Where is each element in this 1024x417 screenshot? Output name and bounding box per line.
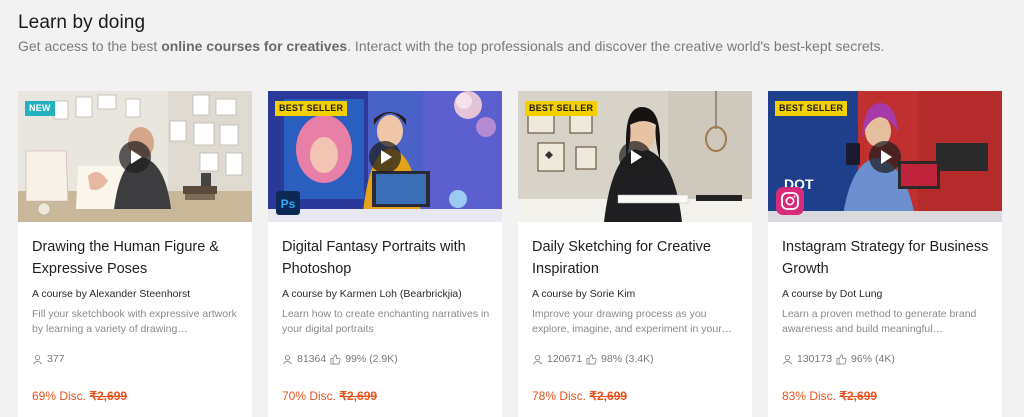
course-title[interactable]: Instagram Strategy for Business Growth <box>782 236 992 280</box>
section-title: Learn by doing <box>18 12 146 33</box>
course-thumbnail[interactable]: Ps BEST SELLER <box>268 91 502 222</box>
thumbs-up-icon <box>836 354 847 364</box>
course-author[interactable]: A course by Alexander Steenhorst <box>32 288 190 300</box>
course-price: 83% Disc. ₹2,699 <box>782 389 877 403</box>
course-stats: 130173 96% (4K) <box>782 353 895 365</box>
course-description: Learn a proven method to generate brand … <box>782 308 977 335</box>
course-title[interactable]: Daily Sketching for Creative Inspiration <box>532 236 742 280</box>
course-price: 69% Disc. ₹2,699 <box>32 389 127 403</box>
course-card[interactable]: NEW Drawing the Human Figure & Expressiv… <box>18 91 252 417</box>
play-icon[interactable] <box>369 140 401 173</box>
user-icon <box>283 354 292 364</box>
thumbs-up-icon <box>586 354 597 364</box>
best-seller-badge: BEST SELLER <box>775 101 848 116</box>
discount-label: 69% Disc. <box>32 389 87 403</box>
course-stats: 81364 99% (2.9K) <box>282 353 398 365</box>
course-thumbnail[interactable]: BEST SELLER <box>518 91 752 222</box>
discount-label: 78% Disc. <box>532 389 587 403</box>
course-card[interactable]: DOT BEST SELLER Instagram Strategy for B… <box>768 91 1002 417</box>
original-price: ₹2,699 <box>339 389 378 403</box>
course-card[interactable]: BEST SELLER Daily Sketching for Creative… <box>518 91 752 417</box>
rating: 96% (4K) <box>851 353 895 365</box>
user-icon <box>33 354 42 364</box>
rating: 98% (3.4K) <box>601 353 654 365</box>
students-count: 130173 <box>797 353 833 365</box>
original-price: ₹2,699 <box>89 389 128 403</box>
course-description: Fill your sketchbook with expressive art… <box>32 308 237 335</box>
original-price: ₹2,699 <box>839 389 878 403</box>
course-thumbnail[interactable]: DOT BEST SELLER <box>768 91 1002 222</box>
course-description: Improve your drawing process as you expl… <box>532 308 733 335</box>
discount-label: 70% Disc. <box>282 389 337 403</box>
course-stats: 377 <box>32 353 65 365</box>
course-card[interactable]: Ps BEST SELLER Digital Fantasy Portraits… <box>268 91 502 417</box>
course-author[interactable]: A course by Dot Lung <box>782 288 882 300</box>
course-thumbnail[interactable]: NEW <box>18 91 252 222</box>
user-icon <box>783 354 792 364</box>
play-icon[interactable] <box>619 140 651 173</box>
course-price: 78% Disc. ₹2,699 <box>532 389 627 403</box>
new-badge: NEW <box>25 101 55 116</box>
students-count: 377 <box>47 353 65 365</box>
section-header: Learn by doing <box>18 12 145 34</box>
user-icon <box>533 354 542 364</box>
students-count: 81364 <box>297 353 327 365</box>
rating: 99% (2.9K) <box>345 353 398 365</box>
students-count: 120671 <box>547 353 583 365</box>
course-price: 70% Disc. ₹2,699 <box>282 389 377 403</box>
photoshop-icon: Ps <box>281 197 296 211</box>
course-stats: 120671 98% (3.4K) <box>532 353 654 365</box>
best-seller-badge: BEST SELLER <box>525 101 598 116</box>
play-icon[interactable] <box>119 140 151 173</box>
course-author[interactable]: A course by Karmen Loh (Bearbrickjia) <box>282 288 462 300</box>
course-description: Learn how to create enchanting narrative… <box>282 308 490 335</box>
course-title[interactable]: Drawing the Human Figure & Expressive Po… <box>32 236 242 280</box>
best-seller-badge: BEST SELLER <box>275 101 348 116</box>
play-icon[interactable] <box>869 140 901 173</box>
course-author[interactable]: A course by Sorie Kim <box>532 288 635 300</box>
discount-label: 83% Disc. <box>782 389 837 403</box>
section-subtitle: Get access to the best online courses fo… <box>18 38 885 54</box>
course-title[interactable]: Digital Fantasy Portraits with Photoshop <box>282 236 492 280</box>
original-price: ₹2,699 <box>589 389 628 403</box>
thumbs-up-icon <box>330 354 341 364</box>
